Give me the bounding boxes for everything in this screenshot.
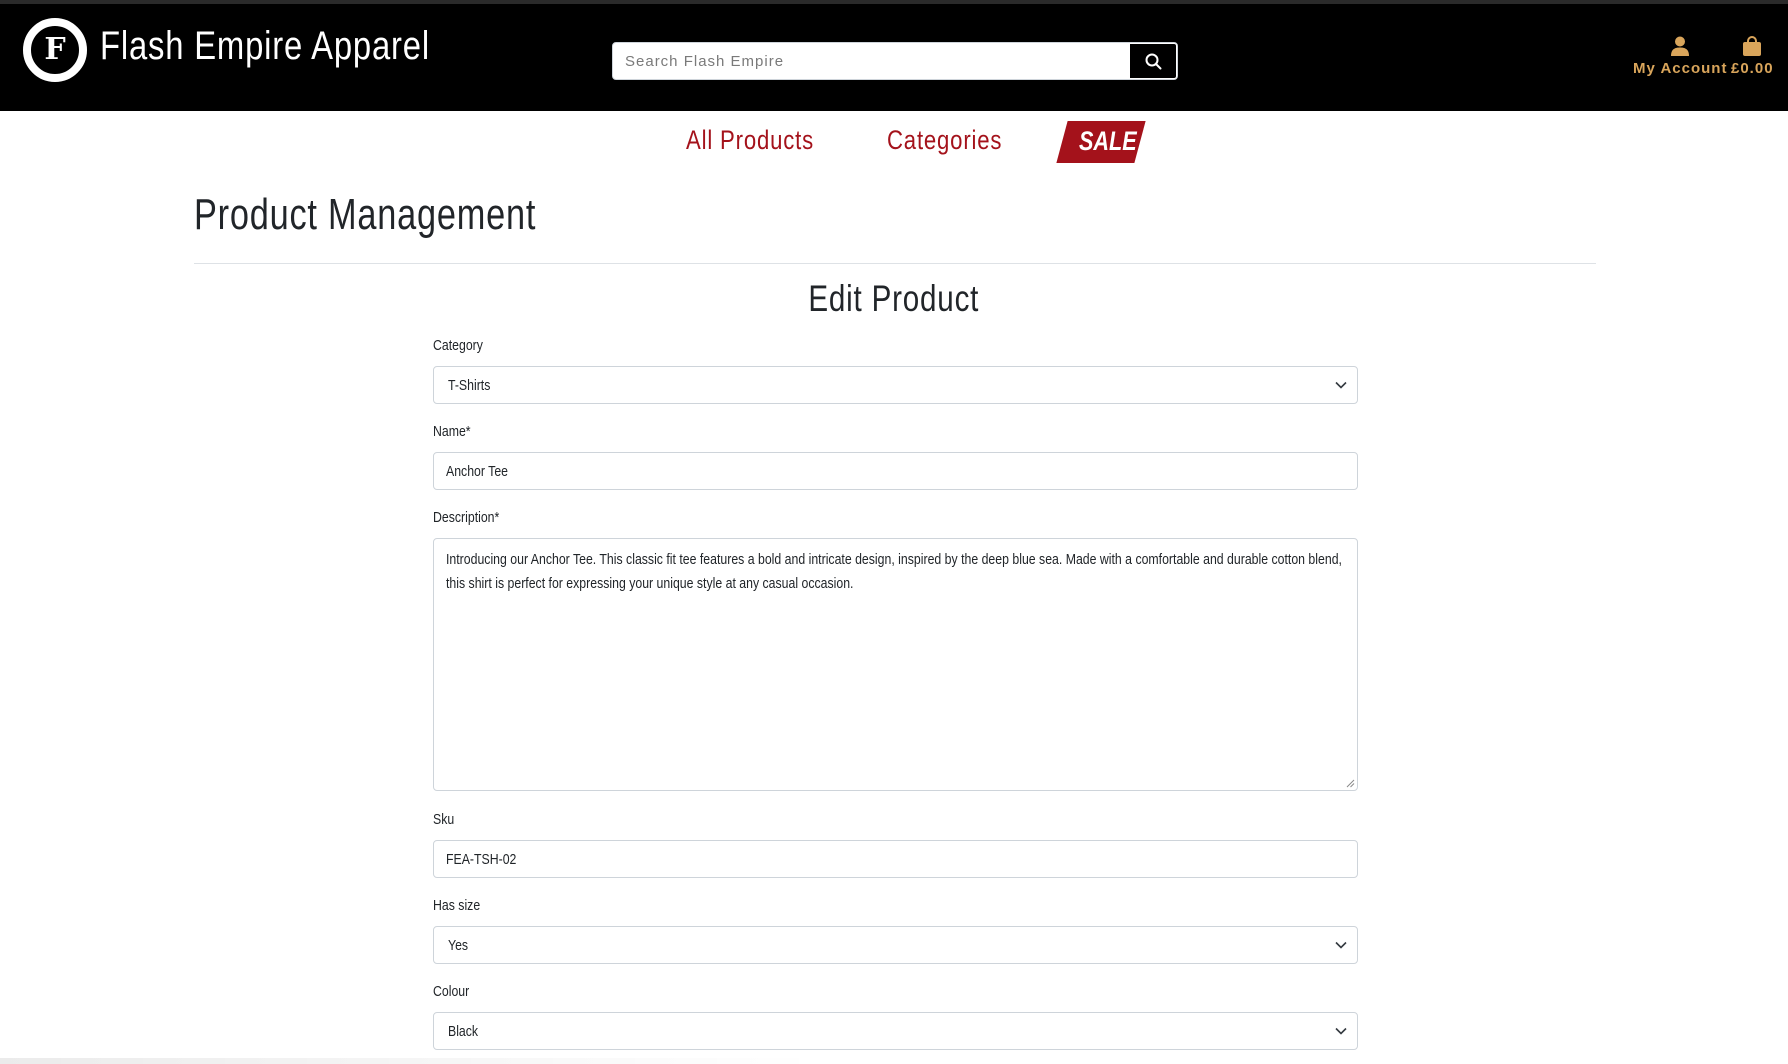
search-input[interactable] xyxy=(613,43,1131,79)
description-textarea[interactable]: Introducing our Anchor Tee. This classic… xyxy=(433,538,1358,791)
name-label: Name* xyxy=(433,423,471,440)
sku-input[interactable]: FEA-TSH-02 xyxy=(433,840,1358,878)
has-size-label: Has size xyxy=(433,897,481,914)
user-icon xyxy=(1671,36,1690,56)
shopping-bag-link[interactable]: £0.00 xyxy=(1731,36,1774,77)
name-input[interactable]: Anchor Tee xyxy=(433,452,1358,490)
brand-name[interactable]: Flash Empire Apparel xyxy=(100,24,430,69)
sku-value: FEA-TSH-02 xyxy=(446,851,517,868)
sku-label: Sku xyxy=(433,811,455,828)
form-title-text: Edit Product xyxy=(808,278,980,319)
search-icon xyxy=(1145,53,1162,70)
chevron-down-icon xyxy=(1335,941,1347,949)
my-account-link[interactable]: My Account xyxy=(1633,36,1727,77)
logo-icon[interactable]: F xyxy=(23,18,87,82)
category-value: T-Shirts xyxy=(448,377,491,394)
logo-letter: F xyxy=(29,24,81,76)
bottom-shadow xyxy=(0,1058,820,1064)
colour-select[interactable]: Black xyxy=(433,1012,1358,1050)
site-header: F Flash Empire Apparel My Account £0.00 xyxy=(0,4,1788,111)
category-label: Category xyxy=(433,337,483,354)
resize-handle-icon[interactable] xyxy=(1346,779,1355,788)
divider xyxy=(194,263,1596,264)
nav-sale-label[interactable]: SALE xyxy=(1079,126,1137,157)
has-size-select[interactable]: Yes xyxy=(433,926,1358,964)
nav-all-products[interactable]: All Products xyxy=(686,125,814,156)
name-value: Anchor Tee xyxy=(446,463,508,480)
chevron-down-icon xyxy=(1335,381,1347,389)
chevron-down-icon xyxy=(1335,1027,1347,1035)
description-value: Introducing our Anchor Tee. This classic… xyxy=(446,551,1342,592)
has-size-value: Yes xyxy=(448,937,469,954)
search-bar xyxy=(612,42,1178,80)
colour-value: Black xyxy=(448,1023,479,1040)
bag-total: £0.00 xyxy=(1731,60,1774,77)
nav-categories[interactable]: Categories xyxy=(887,125,1002,156)
description-label: Description* xyxy=(433,509,500,526)
form-title: Edit Product xyxy=(0,278,1788,320)
colour-label: Colour xyxy=(433,983,470,1000)
main-nav: All Products Categories xyxy=(0,111,1788,171)
page-title: Product Management xyxy=(194,190,537,239)
search-button[interactable] xyxy=(1129,43,1177,79)
shopping-bag-icon xyxy=(1743,36,1762,56)
my-account-label: My Account xyxy=(1633,60,1728,77)
category-select[interactable]: T-Shirts xyxy=(433,366,1358,404)
